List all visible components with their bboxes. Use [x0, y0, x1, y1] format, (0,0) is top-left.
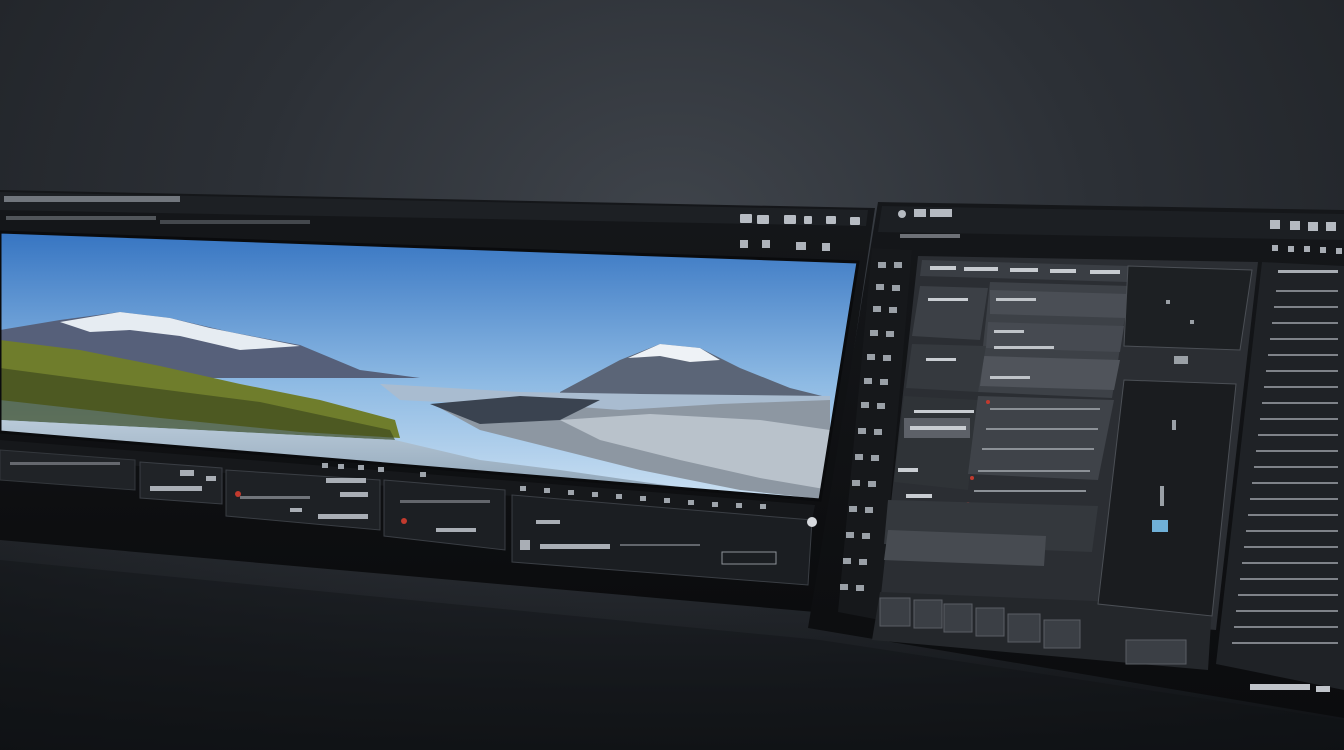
panel-left-block-2[interactable]	[906, 344, 986, 392]
scroll-field[interactable]	[884, 530, 1046, 566]
layer-list-rows[interactable]	[980, 290, 1128, 390]
node-canvas[interactable]	[1123, 265, 1253, 351]
right-monitor	[808, 202, 1344, 718]
bottom-panel-2[interactable]	[139, 461, 223, 505]
panel-left-block[interactable]	[912, 286, 988, 340]
left-monitor	[0, 190, 875, 612]
render-scene	[0, 0, 1344, 750]
dual-monitor-illustration	[0, 190, 1344, 750]
